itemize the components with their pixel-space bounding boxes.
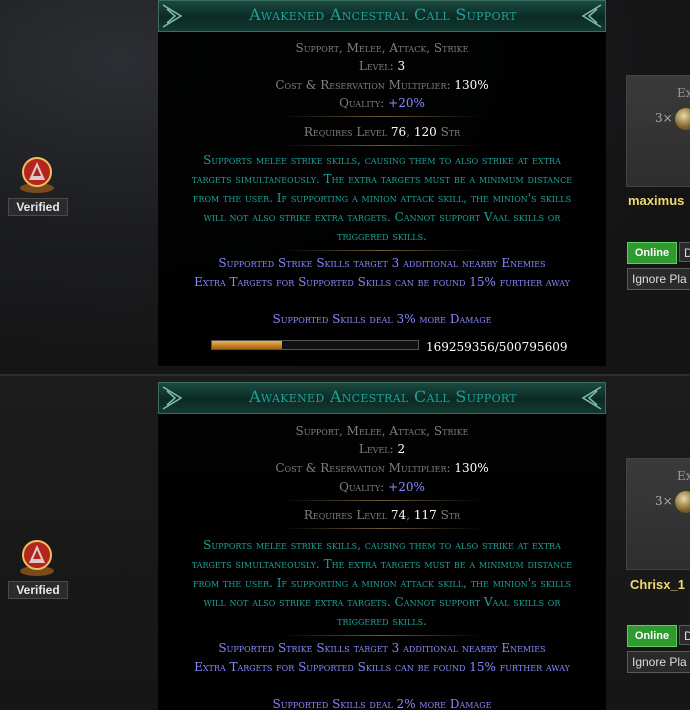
direct-whisper-button[interactable]: D bbox=[679, 625, 690, 645]
online-status-badge: Online bbox=[627, 625, 677, 647]
separator bbox=[282, 145, 482, 146]
header-ornament-right-icon bbox=[581, 386, 602, 410]
gem-mod-3: Supported Skills deal 3% more Damage bbox=[272, 312, 492, 326]
ignore-player-button[interactable]: Ignore Pla bbox=[627, 651, 690, 673]
experience-bar bbox=[211, 340, 419, 350]
seller-name[interactable]: Chrisx_1 bbox=[630, 577, 685, 592]
item-tooltip: Awakened Ancestral Call Support Support,… bbox=[158, 382, 606, 710]
price-card: Ex 3× bbox=[626, 75, 690, 187]
item-tooltip: Awakened Ancestral Call Support Support,… bbox=[158, 0, 606, 366]
price-card: Ex 3× bbox=[626, 458, 690, 570]
price-label: Ex bbox=[677, 86, 690, 100]
price-multiplier: 3× bbox=[655, 111, 673, 125]
gem-mod-1: Supported Strike Skills target 3 additio… bbox=[218, 641, 546, 655]
gem-cost: Cost & Reservation Multiplier: 130% bbox=[275, 461, 489, 475]
gem-mod-2: Extra Targets for Supported Skills can b… bbox=[194, 275, 570, 289]
exalted-orb-icon bbox=[675, 491, 690, 513]
gem-name: Awakened Ancestral Call Support bbox=[249, 5, 517, 24]
ignore-player-button[interactable]: Ignore Pla bbox=[627, 268, 690, 290]
header-ornament-right-icon bbox=[581, 4, 602, 28]
separator bbox=[282, 635, 482, 636]
separator bbox=[282, 500, 482, 501]
gem-description: Supports melee strike skills, causing th… bbox=[191, 153, 573, 243]
tooltip-header: Awakened Ancestral Call Support bbox=[158, 382, 606, 414]
gem-description: Supports melee strike skills, causing th… bbox=[191, 538, 573, 628]
separator bbox=[282, 528, 482, 529]
exalted-orb-icon bbox=[675, 108, 690, 130]
listing-row-2: Verified Awakened Ancestral Call Support… bbox=[0, 376, 690, 710]
experience-bar-fill bbox=[212, 341, 282, 349]
experience-text: 169259356/500795609 bbox=[426, 340, 568, 354]
gem-mod-1: Supported Strike Skills target 3 additio… bbox=[218, 256, 546, 270]
verified-badge: Verified bbox=[8, 198, 68, 216]
listing-row-1: Verified Awakened Ancestral Call Support… bbox=[0, 0, 690, 374]
gem-level: Level: 3 bbox=[358, 59, 406, 73]
gem-level: Level: 2 bbox=[358, 442, 406, 456]
online-status-badge: Online bbox=[627, 242, 677, 264]
verified-badge-icon bbox=[20, 157, 54, 193]
gem-mod-3: Supported Skills deal 2% more Damage bbox=[272, 697, 492, 710]
direct-whisper-button[interactable]: D bbox=[679, 242, 690, 262]
gem-quality: Quality: +20% bbox=[339, 96, 425, 110]
price-label: Ex bbox=[677, 469, 690, 483]
gem-mod-2: Extra Targets for Supported Skills can b… bbox=[194, 660, 570, 674]
tooltip-header: Awakened Ancestral Call Support bbox=[158, 0, 606, 32]
verified-badge-icon bbox=[20, 540, 54, 576]
gem-tags: Support, Melee, Attack, Strike bbox=[295, 41, 469, 55]
gem-requirements: Requires Level 76, 120 Str bbox=[303, 125, 461, 139]
price-multiplier: 3× bbox=[655, 494, 673, 508]
gem-quality: Quality: +20% bbox=[339, 480, 425, 494]
gem-name: Awakened Ancestral Call Support bbox=[249, 387, 517, 406]
verified-badge: Verified bbox=[8, 581, 68, 599]
separator bbox=[282, 116, 482, 117]
gem-tags: Support, Melee, Attack, Strike bbox=[295, 424, 469, 438]
separator bbox=[282, 250, 482, 251]
gem-requirements: Requires Level 74, 117 Str bbox=[303, 508, 461, 522]
seller-name[interactable]: maximus bbox=[628, 193, 684, 208]
gem-cost: Cost & Reservation Multiplier: 130% bbox=[275, 78, 489, 92]
